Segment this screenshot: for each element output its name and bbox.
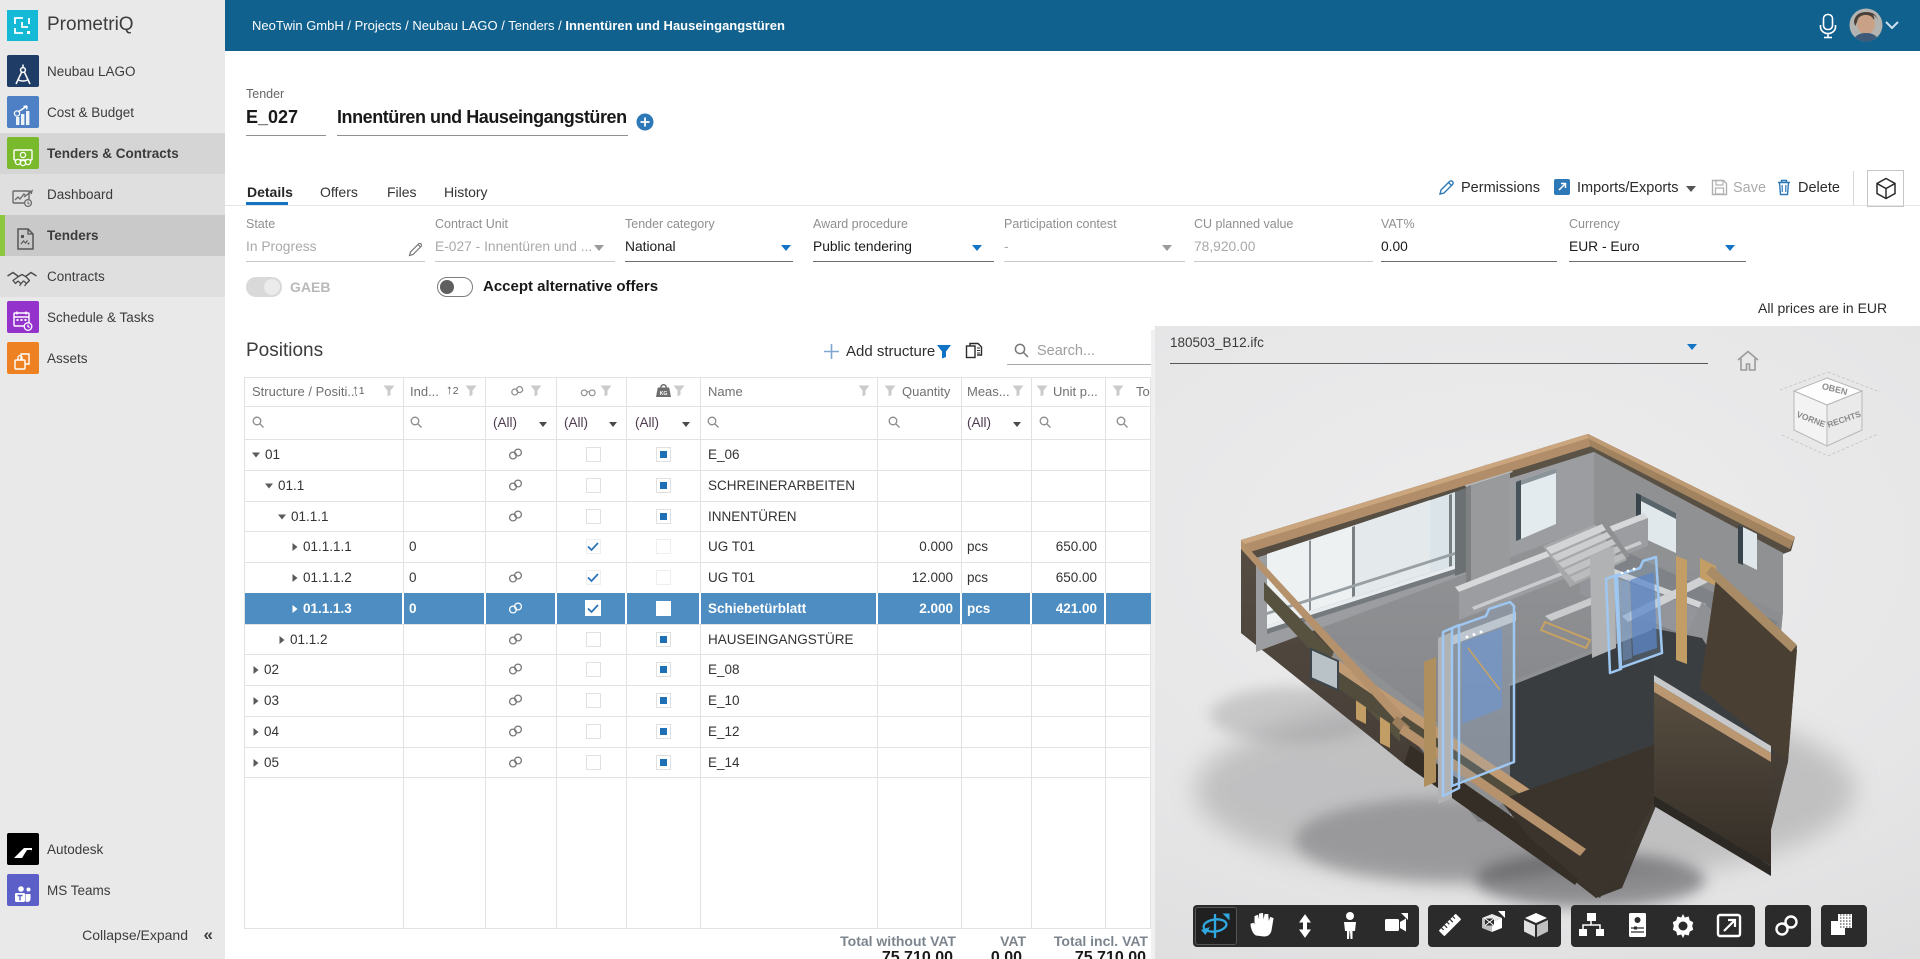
svg-text:KG: KG <box>660 391 668 397</box>
